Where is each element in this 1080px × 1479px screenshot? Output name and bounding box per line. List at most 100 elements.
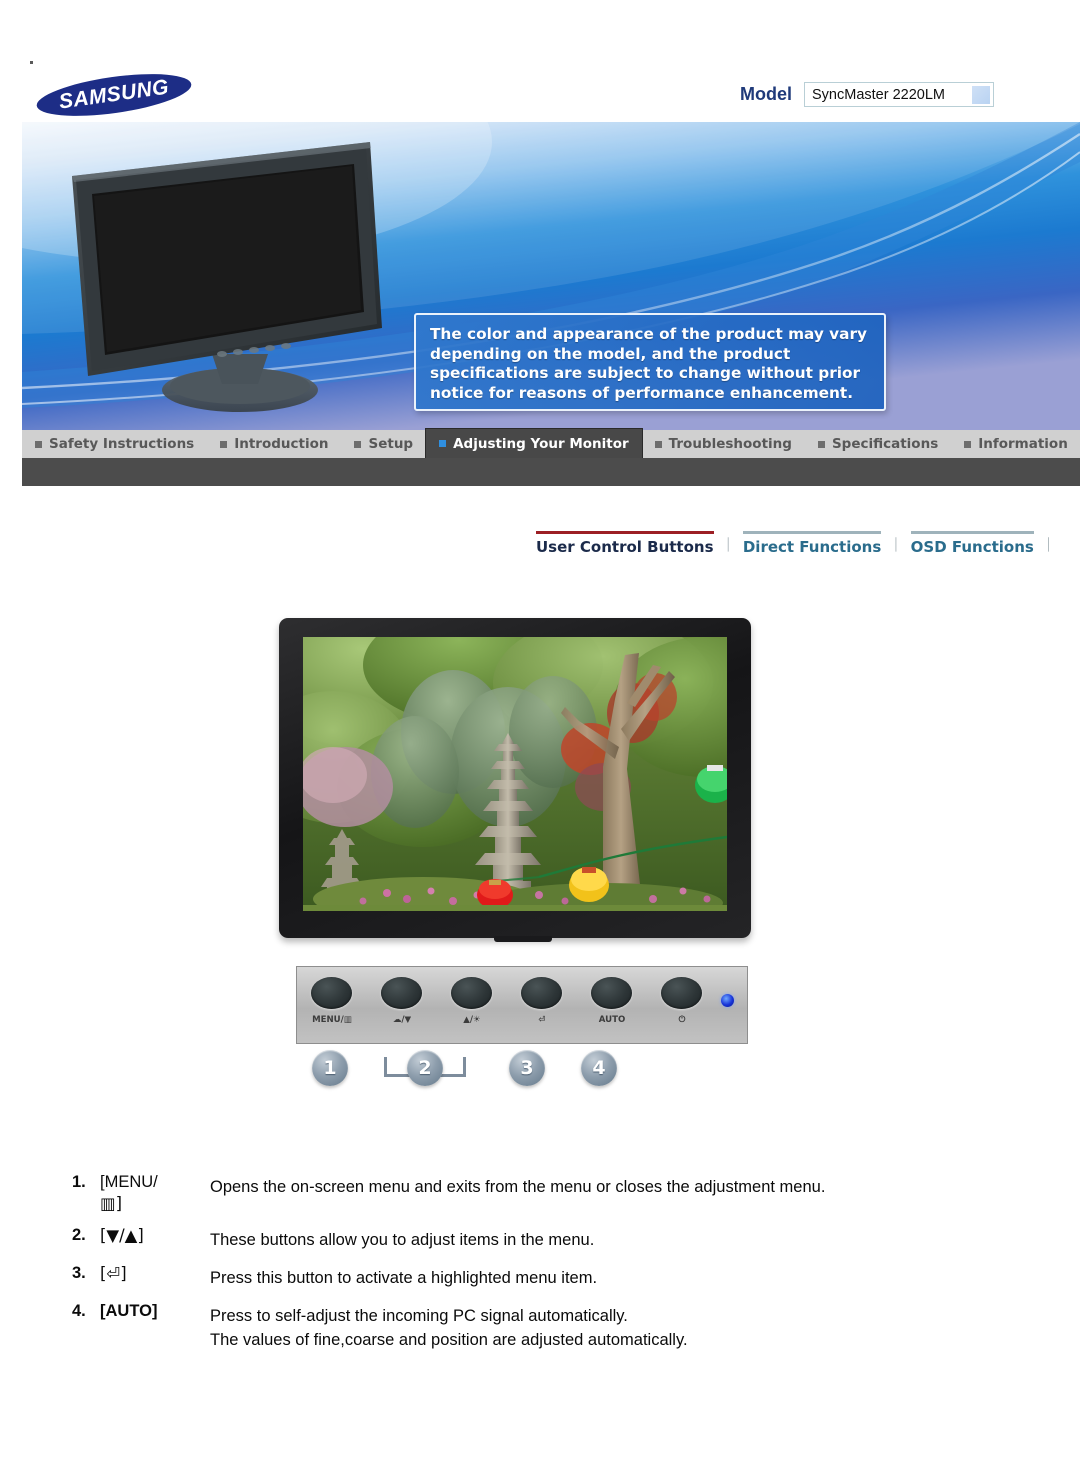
enter-button-label: ⏎ bbox=[538, 1015, 546, 1025]
subnav-user-control-buttons[interactable]: User Control Buttons bbox=[536, 531, 714, 556]
tab-underbar bbox=[22, 458, 1080, 486]
callout-badge-3: 3 bbox=[509, 1050, 545, 1086]
description-text: Press this button to activate a highligh… bbox=[210, 1263, 1032, 1290]
model-select[interactable]: SyncMaster 2220LM bbox=[804, 82, 994, 107]
lantern-yellow bbox=[569, 867, 609, 902]
tab-label: Setup bbox=[368, 436, 414, 452]
product-notice-text: The color and appearance of the product … bbox=[430, 325, 867, 402]
samsung-logo: SAMSUNG bbox=[34, 66, 194, 124]
product-monitor-illustration bbox=[72, 142, 382, 412]
subnav-top-bar bbox=[742, 531, 882, 534]
bullet-square-icon bbox=[354, 440, 362, 448]
tab-label: Adjusting Your Monitor bbox=[453, 435, 629, 452]
subnav-top-bar bbox=[910, 531, 1034, 534]
tab-adjusting-your-monitor[interactable]: Adjusting Your Monitor bbox=[426, 428, 642, 459]
hero-banner: The color and appearance of the product … bbox=[22, 122, 1080, 430]
tab-specifications[interactable]: Specifications bbox=[805, 430, 951, 458]
description-key-line1: [▼/▲] bbox=[100, 1226, 144, 1245]
product-notice-box: The color and appearance of the product … bbox=[414, 313, 886, 411]
page-header: SAMSUNG Model SyncMaster 2220LM bbox=[0, 66, 1080, 124]
tab-label: Information bbox=[978, 436, 1068, 452]
bullet-square-icon bbox=[35, 440, 42, 448]
model-field-group: Model SyncMaster 2220LM bbox=[740, 82, 994, 107]
tab-introduction[interactable]: Introduction bbox=[207, 430, 341, 458]
main-navigation-tabs: Safety Instructions Introduction Setup A… bbox=[22, 428, 1080, 459]
description-key: [▼/▲] bbox=[100, 1225, 210, 1246]
tab-information[interactable]: Information bbox=[951, 430, 1080, 458]
tab-label: Specifications bbox=[831, 436, 939, 452]
subnav-separator: ⏐ bbox=[724, 538, 732, 553]
model-value: SyncMaster 2220LM bbox=[812, 86, 945, 103]
control-panel-closeup: MENU/▥ ☁/▼ ▲/☀ ⏎ AUTO ⏻ bbox=[296, 966, 748, 1044]
logo-wordmark: SAMSUNG bbox=[57, 75, 171, 114]
monitor-screen-image bbox=[303, 637, 727, 911]
power-button[interactable] bbox=[661, 977, 702, 1009]
description-line: These buttons allow you to adjust items … bbox=[210, 1231, 595, 1249]
description-line: Press to self-adjust the incoming PC sig… bbox=[210, 1307, 628, 1325]
auto-button-label: AUTO bbox=[598, 1015, 626, 1025]
tab-label: Introduction bbox=[234, 436, 329, 452]
control-button-row: MENU/▥ ☁/▼ ▲/☀ ⏎ AUTO ⏻ bbox=[297, 967, 749, 1045]
subnav-osd-functions[interactable]: OSD Functions bbox=[910, 531, 1034, 556]
menu-button-label: MENU/▥ bbox=[312, 1015, 352, 1025]
description-text: Opens the on-screen menu and exits from … bbox=[210, 1172, 1032, 1199]
callout-badge-2: 2 bbox=[407, 1050, 443, 1086]
bullet-square-icon bbox=[964, 440, 972, 448]
callout-badges: 1 2 3 4 bbox=[296, 1050, 748, 1094]
bullet-square-icon bbox=[220, 440, 228, 448]
up-brightness-button-label: ▲/☀ bbox=[463, 1015, 481, 1025]
tab-label: Safety Instructions bbox=[49, 436, 195, 452]
page-root: SAMSUNG Model SyncMaster 2220LM The colo… bbox=[0, 0, 1080, 1479]
up-brightness-button[interactable] bbox=[451, 977, 492, 1009]
bullet-square-icon bbox=[817, 440, 825, 448]
description-key: [AUTO] bbox=[100, 1301, 210, 1322]
tab-setup[interactable]: Setup bbox=[341, 430, 426, 458]
monitor-front-photo bbox=[279, 618, 751, 950]
description-text: Press to self-adjust the incoming PC sig… bbox=[210, 1301, 1032, 1352]
down-button[interactable] bbox=[381, 977, 422, 1009]
auto-button[interactable] bbox=[591, 977, 632, 1009]
description-text: These buttons allow you to adjust items … bbox=[210, 1225, 1032, 1252]
subnav-label: OSD Functions bbox=[910, 538, 1034, 556]
tab-list: Safety Instructions Introduction Setup A… bbox=[22, 428, 1080, 459]
button-description-list: 1. [MENU/ ▥] Opens the on-screen menu an… bbox=[72, 1172, 1032, 1363]
description-item-1: 1. [MENU/ ▥] Opens the on-screen menu an… bbox=[72, 1172, 1032, 1214]
subnav-separator: ⏐ bbox=[1044, 538, 1053, 553]
section-subnavigation: User Control Buttons ⏐ Direct Functions … bbox=[536, 531, 1063, 556]
description-key-line2: ▥] bbox=[100, 1194, 123, 1213]
subnav-label: User Control Buttons bbox=[536, 538, 714, 556]
model-dropdown-swatch[interactable] bbox=[972, 86, 990, 104]
subnav-top-bar bbox=[536, 531, 714, 534]
tab-safety-instructions[interactable]: Safety Instructions bbox=[22, 430, 207, 458]
power-led-indicator bbox=[721, 994, 734, 1007]
subnav-direct-functions[interactable]: Direct Functions bbox=[742, 531, 882, 556]
callout-badge-1: 1 bbox=[312, 1050, 348, 1086]
model-label: Model bbox=[740, 84, 792, 104]
description-key-line1: [⏎] bbox=[100, 1264, 127, 1283]
tab-label: Troubleshooting bbox=[668, 436, 792, 452]
monitor-stand-foot bbox=[494, 936, 552, 942]
description-item-2: 2. [▼/▲] These buttons allow you to adju… bbox=[72, 1225, 1032, 1252]
subnav-label: Direct Functions bbox=[742, 538, 882, 556]
bullet-square-icon bbox=[439, 440, 447, 447]
description-number: 4. bbox=[72, 1302, 86, 1320]
description-number: 3. bbox=[72, 1264, 86, 1282]
callout-badge-4: 4 bbox=[581, 1050, 617, 1086]
description-item-3: 3. [⏎] Press this button to activate a h… bbox=[72, 1263, 1032, 1290]
description-key-line1: [MENU/ bbox=[100, 1173, 158, 1191]
description-line: Opens the on-screen menu and exits from … bbox=[210, 1178, 826, 1196]
lantern-red bbox=[477, 879, 513, 909]
enter-button[interactable] bbox=[521, 977, 562, 1009]
description-line: The values of fine,coarse and position a… bbox=[210, 1331, 688, 1349]
description-key: [⏎] bbox=[100, 1263, 210, 1284]
description-number: 1. bbox=[72, 1173, 86, 1191]
description-line: Press this button to activate a highligh… bbox=[210, 1269, 598, 1287]
power-button-label: ⏻ bbox=[678, 1015, 686, 1025]
menu-button[interactable] bbox=[311, 977, 352, 1009]
bullet-square-icon bbox=[654, 440, 662, 448]
garden-scene-illustration bbox=[303, 637, 727, 911]
description-key-line1: [AUTO] bbox=[100, 1302, 158, 1320]
description-item-4: 4. [AUTO] Press to self-adjust the incom… bbox=[72, 1301, 1032, 1352]
tab-troubleshooting[interactable]: Troubleshooting bbox=[642, 430, 805, 458]
down-button-label: ☁/▼ bbox=[392, 1015, 412, 1025]
